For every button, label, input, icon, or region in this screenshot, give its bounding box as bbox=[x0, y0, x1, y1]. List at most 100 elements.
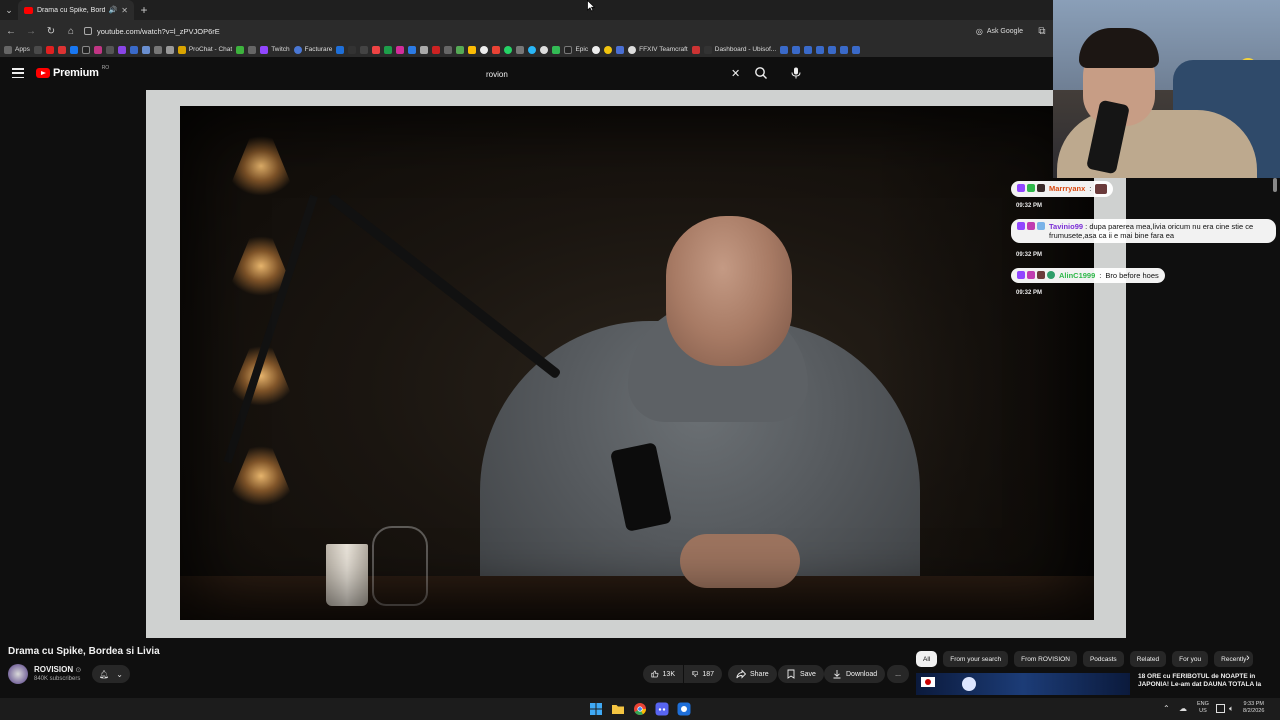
bookmark-icon[interactable] bbox=[468, 45, 477, 54]
dislike-button[interactable]: 187 bbox=[684, 665, 722, 683]
site-info-icon[interactable] bbox=[84, 27, 92, 35]
forward-button[interactable]: → bbox=[24, 24, 38, 38]
bookmark-icon[interactable] bbox=[780, 45, 789, 54]
bookmark-icon[interactable] bbox=[336, 45, 345, 54]
bookmark-icon[interactable] bbox=[840, 45, 849, 54]
bookmark-icon[interactable] bbox=[516, 45, 525, 54]
bookmark-icon[interactable] bbox=[33, 45, 42, 54]
bookmark-apps[interactable]: Apps bbox=[4, 45, 30, 54]
chip-from-your-search[interactable]: From your search bbox=[943, 651, 1009, 667]
bookmark-icon[interactable] bbox=[828, 45, 837, 54]
video-player[interactable] bbox=[146, 90, 1126, 638]
search-input[interactable]: rovion bbox=[476, 65, 748, 83]
facebook-icon[interactable] bbox=[69, 45, 78, 54]
home-button[interactable]: ⌂ bbox=[64, 24, 78, 38]
windows-start-icon[interactable] bbox=[589, 702, 603, 716]
tab-search-icon[interactable]: ⌄ bbox=[0, 0, 18, 20]
back-button[interactable]: ← bbox=[4, 24, 18, 38]
audio-playing-icon[interactable]: 🔊 bbox=[109, 6, 118, 14]
share-button[interactable]: Share bbox=[728, 665, 777, 683]
chip-podcasts[interactable]: Podcasts bbox=[1082, 651, 1124, 667]
bookmark-facturare[interactable]: Facturare bbox=[293, 45, 332, 54]
page-scrollbar[interactable] bbox=[1273, 178, 1277, 192]
network-icon[interactable] bbox=[1216, 704, 1225, 713]
bookmark-icon[interactable] bbox=[552, 45, 561, 54]
chip-for-you[interactable]: For you bbox=[1172, 651, 1209, 667]
browser-tab-active[interactable]: Drama cu Spike, Bordea si L 🔊 ✕ bbox=[18, 0, 134, 20]
tray-chevron-up-icon[interactable]: ⌃ bbox=[1163, 704, 1172, 713]
bookmark-icon[interactable] bbox=[129, 45, 138, 54]
search-icon[interactable] bbox=[754, 66, 768, 80]
bookmark-icon[interactable] bbox=[432, 45, 441, 54]
channel-name[interactable]: ROVISION ⊙ bbox=[34, 665, 81, 674]
bookmark-icon[interactable] bbox=[141, 45, 150, 54]
bookmark-icon[interactable] bbox=[816, 45, 825, 54]
clock[interactable]: 9:33 PM 8/2/2026 bbox=[1243, 701, 1264, 714]
chip-from-channel[interactable]: From ROVISION bbox=[1014, 651, 1077, 667]
subscribed-notifications-button[interactable]: 🔔︎ ⌄ bbox=[92, 665, 130, 683]
bookmark-icon[interactable] bbox=[236, 45, 245, 54]
url-field[interactable]: youtube.com/watch?v=l_zPVJOP6rE bbox=[84, 23, 964, 39]
channel-avatar[interactable] bbox=[8, 664, 28, 684]
menu-icon[interactable] bbox=[12, 68, 24, 78]
more-actions-button[interactable]: ... bbox=[887, 665, 909, 683]
bookmark-icon[interactable] bbox=[153, 45, 162, 54]
bookmark-icon[interactable] bbox=[248, 45, 257, 54]
bookmark-icon[interactable] bbox=[408, 45, 417, 54]
bookmark-ubisoft[interactable]: Dashboard - Ubisof... bbox=[703, 45, 776, 54]
bookmark-icon[interactable] bbox=[57, 45, 66, 54]
bookmark-icon[interactable] bbox=[372, 45, 381, 54]
bookmark-icon[interactable] bbox=[804, 45, 813, 54]
volume-icon[interactable]: 🔈︎ bbox=[1229, 704, 1238, 713]
chevron-right-icon[interactable]: › bbox=[1246, 652, 1250, 664]
whatsapp-icon[interactable] bbox=[504, 45, 513, 54]
app-icon[interactable] bbox=[677, 702, 691, 716]
input-language[interactable]: ENG US bbox=[1197, 701, 1209, 714]
bookmark-epic[interactable]: Epic bbox=[564, 45, 588, 54]
voice-search-icon[interactable] bbox=[788, 65, 804, 81]
recommended-video-thumbnail[interactable] bbox=[916, 673, 1130, 695]
bookmark-icon[interactable] bbox=[444, 45, 453, 54]
bookmark-icon[interactable] bbox=[45, 45, 54, 54]
chip-related[interactable]: Related bbox=[1129, 651, 1167, 667]
new-tab-button[interactable]: + bbox=[134, 0, 154, 20]
bookmark-icon[interactable] bbox=[528, 45, 537, 54]
bookmark-icon[interactable] bbox=[420, 45, 429, 54]
bookmark-icon[interactable] bbox=[360, 45, 369, 54]
bookmark-icon[interactable] bbox=[396, 45, 405, 54]
bookmark-icon[interactable] bbox=[456, 45, 465, 54]
bookmark-icon[interactable] bbox=[604, 45, 613, 54]
youtube-logo[interactable]: Premium RO bbox=[36, 65, 109, 79]
bookmark-icon[interactable] bbox=[348, 45, 357, 54]
chip-all[interactable]: All bbox=[916, 651, 938, 667]
cloud-icon[interactable]: ☁ bbox=[1179, 704, 1188, 713]
bookmark-icon[interactable] bbox=[540, 45, 549, 54]
bookmark-prochat[interactable]: ProChat - Chat bbox=[177, 45, 232, 54]
chrome-icon[interactable] bbox=[633, 702, 647, 716]
bookmark-ffxiv[interactable]: FFXIV Teamcraft bbox=[628, 45, 688, 54]
x-icon[interactable] bbox=[81, 45, 90, 54]
bookmark-icon[interactable] bbox=[105, 45, 114, 54]
close-tab-icon[interactable]: ✕ bbox=[121, 6, 128, 15]
bookmark-icon[interactable] bbox=[792, 45, 801, 54]
extensions-icon[interactable]: ⧉ bbox=[1035, 24, 1049, 38]
bookmark-icon[interactable] bbox=[384, 45, 393, 54]
bookmark-icon[interactable] bbox=[691, 45, 700, 54]
bookmark-icon[interactable] bbox=[852, 45, 861, 54]
bookmark-icon[interactable] bbox=[616, 45, 625, 54]
bookmark-twitch[interactable]: Twitch bbox=[260, 45, 290, 54]
instagram-icon[interactable] bbox=[93, 45, 102, 54]
ask-google-button[interactable]: ◎ Ask Google bbox=[970, 24, 1029, 38]
discord-icon[interactable] bbox=[655, 702, 669, 716]
like-button[interactable]: 13K bbox=[643, 665, 683, 683]
bookmark-icon[interactable] bbox=[492, 45, 501, 54]
download-button[interactable]: Download bbox=[824, 665, 886, 683]
bookmark-icon[interactable] bbox=[480, 45, 489, 54]
bookmark-icon[interactable] bbox=[117, 45, 126, 54]
bookmark-icon[interactable] bbox=[592, 45, 601, 54]
clear-search-icon[interactable]: ✕ bbox=[731, 67, 740, 80]
recommended-video-title[interactable]: 18 ORE cu FERIBOTUL de NOAPTE in JAPONIA… bbox=[1138, 673, 1272, 689]
reload-button[interactable]: ↻ bbox=[44, 24, 58, 38]
file-explorer-icon[interactable] bbox=[611, 702, 625, 716]
save-button[interactable]: Save bbox=[778, 665, 824, 683]
